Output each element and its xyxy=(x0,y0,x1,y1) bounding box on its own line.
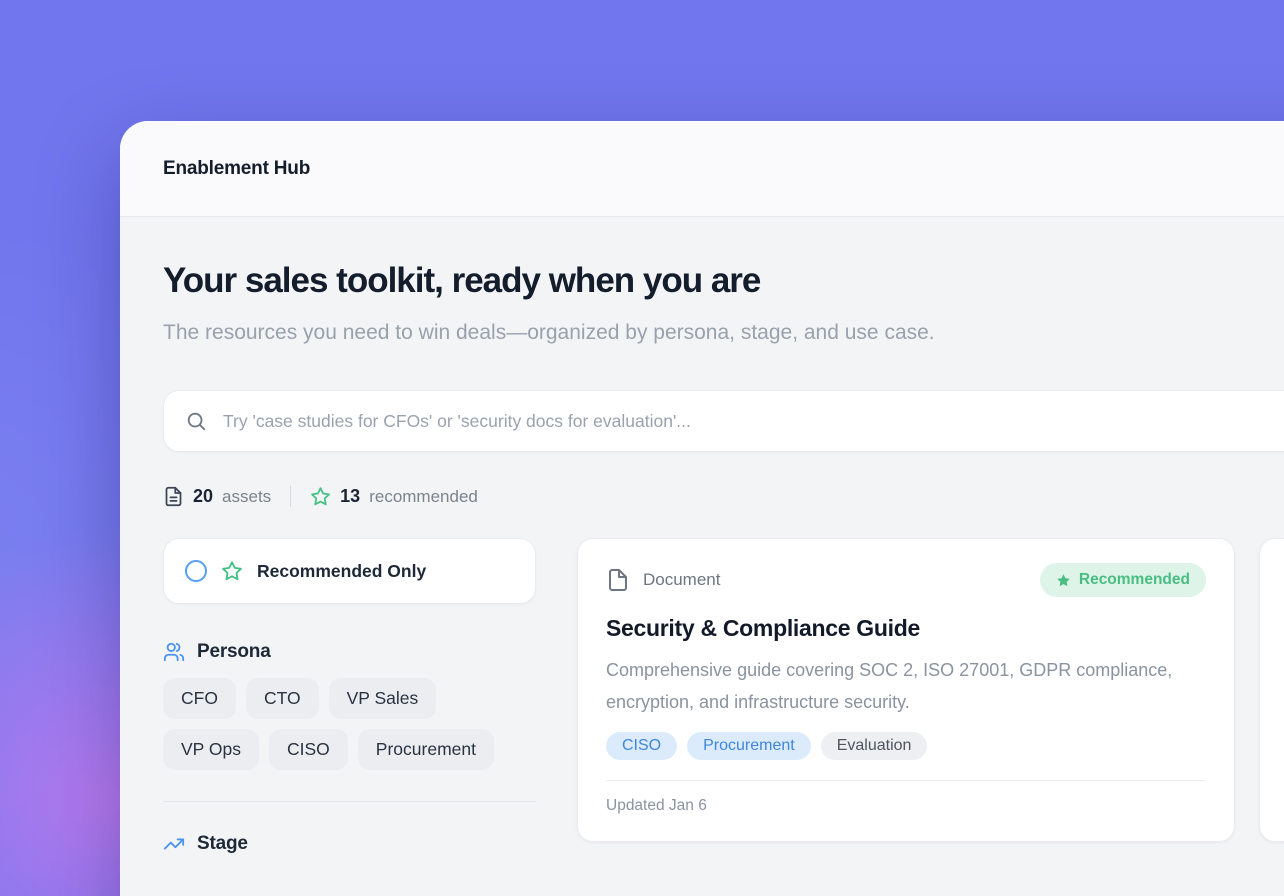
asset-tags: CISO Procurement Evaluation xyxy=(606,732,1206,760)
persona-chip[interactable]: Procurement xyxy=(358,729,494,770)
stats-row: 20 assets 13 recommended xyxy=(163,486,1284,507)
persona-chip[interactable]: VP Ops xyxy=(163,729,259,770)
assets-stat: 20 assets xyxy=(163,486,271,507)
star-icon xyxy=(310,486,331,507)
recommended-only-label: Recommended Only xyxy=(257,561,426,582)
radio-circle-icon[interactable] xyxy=(185,560,207,582)
persona-chip[interactable]: CISO xyxy=(269,729,348,770)
persona-chip[interactable]: CFO xyxy=(163,678,236,719)
page-subtitle: The resources you need to win deals—orga… xyxy=(163,316,988,350)
users-icon xyxy=(163,641,185,663)
asset-cards-row: Document Recommended Security & Complian… xyxy=(577,538,1284,842)
star-filled-icon xyxy=(1056,573,1071,588)
persona-chip[interactable]: CTO xyxy=(246,678,319,719)
asset-tag: CISO xyxy=(606,732,677,760)
persona-chips: CFOCTOVP Sales VP OpsCISOProcurement xyxy=(163,678,536,770)
asset-type-label: Document xyxy=(643,570,720,590)
sidebar-divider xyxy=(163,801,536,802)
recommended-only-toggle[interactable]: Recommended Only xyxy=(163,538,536,604)
persona-section-header: Persona xyxy=(163,641,536,663)
stage-section-header: Stage xyxy=(163,833,536,855)
page-background: Enablement Hub Your sales toolkit, ready… xyxy=(0,0,1284,896)
stats-divider xyxy=(290,486,291,507)
file-text-icon xyxy=(163,486,184,507)
search-input[interactable] xyxy=(221,410,1284,433)
search-box xyxy=(163,390,1284,452)
content-row: Recommended Only Persona CFOCTOVP Sales V… xyxy=(163,538,1284,855)
page-title: Your sales toolkit, ready when you are xyxy=(163,262,1284,300)
app-title: Enablement Hub xyxy=(163,158,310,180)
asset-card[interactable]: Document Recommended Security & Complian… xyxy=(577,538,1235,842)
asset-title: Security & Compliance Guide xyxy=(606,615,1206,642)
recommended-label: recommended xyxy=(369,487,478,507)
asset-tag: Procurement xyxy=(687,732,811,760)
asset-tag: Evaluation xyxy=(821,732,928,760)
persona-label: Persona xyxy=(197,641,271,663)
asset-card-partial[interactable] xyxy=(1259,538,1284,842)
recommended-badge: Recommended xyxy=(1040,563,1206,597)
assets-count: 20 xyxy=(193,486,213,507)
recommended-count: 13 xyxy=(340,486,360,507)
document-icon xyxy=(606,568,630,592)
panel-header: Enablement Hub xyxy=(120,121,1284,217)
recommended-stat: 13 recommended xyxy=(310,486,478,507)
search-icon xyxy=(185,410,207,432)
filters-sidebar: Recommended Only Persona CFOCTOVP Sales V… xyxy=(163,538,536,855)
asset-card-footer: Updated Jan 6 xyxy=(606,780,1206,815)
panel-body: Your sales toolkit, ready when you are T… xyxy=(120,217,1284,855)
assets-label: assets xyxy=(222,487,271,507)
persona-chip[interactable]: VP Sales xyxy=(329,678,437,719)
recommended-badge-label: Recommended xyxy=(1079,571,1190,589)
trending-up-icon xyxy=(163,833,185,855)
asset-updated: Updated Jan 6 xyxy=(606,797,707,814)
asset-description: Comprehensive guide covering SOC 2, ISO … xyxy=(606,654,1206,718)
asset-card-header: Document Recommended xyxy=(606,563,1206,597)
star-icon xyxy=(221,560,243,582)
stage-label: Stage xyxy=(197,833,248,855)
enablement-hub-panel: Enablement Hub Your sales toolkit, ready… xyxy=(120,121,1284,896)
